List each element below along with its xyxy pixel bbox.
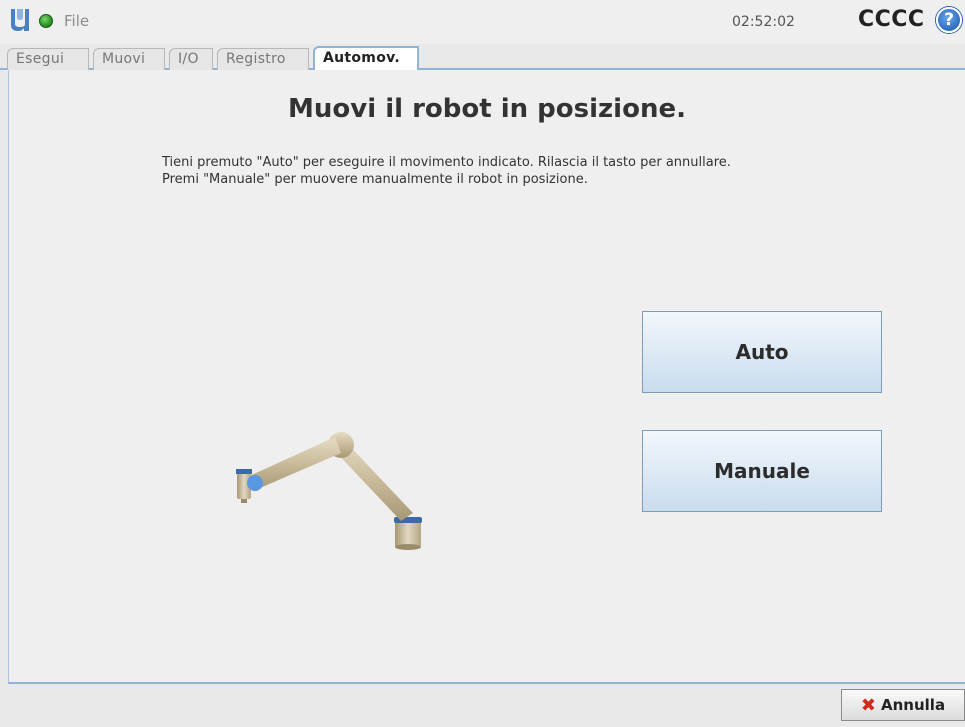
tab-io[interactable]: I/O [169,48,213,70]
robot-name: CCCC [858,7,925,32]
tab-registro[interactable]: Registro [217,48,309,70]
auto-button[interactable]: Auto [642,311,882,393]
instruction-line-1: Tieni premuto "Auto" per eseguire il mov… [162,155,731,170]
x-icon: ✖ [860,694,877,716]
instructions: Tieni premuto "Auto" per eseguire il mov… [162,154,731,188]
tab-esegui[interactable]: Esegui [7,48,89,70]
instruction-line-2: Premi "Manuale" per muovere manualmente … [162,172,588,187]
tab-automov[interactable]: Automov. [313,46,419,70]
ur-logo-icon [11,9,29,31]
top-bar: File 02:52:02 CCCC ? [0,0,965,44]
page-title: Muovi il robot in posizione. [288,94,686,124]
clock: 02:52:02 [732,14,795,30]
status-indicator-icon [39,14,53,28]
help-icon[interactable]: ? [936,7,962,33]
file-menu[interactable]: File [64,12,89,30]
tab-bar: Esegui Muovi I/O Registro Automov. [0,46,965,70]
tab-muovi[interactable]: Muovi [93,48,165,70]
cancel-label: Annulla [881,696,946,714]
main-panel: Muovi il robot in posizione. Tieni premu… [8,70,965,684]
manual-button[interactable]: Manuale [642,430,882,512]
cancel-button[interactable]: ✖ Annulla [841,689,965,721]
robot-arm-image [236,432,422,550]
